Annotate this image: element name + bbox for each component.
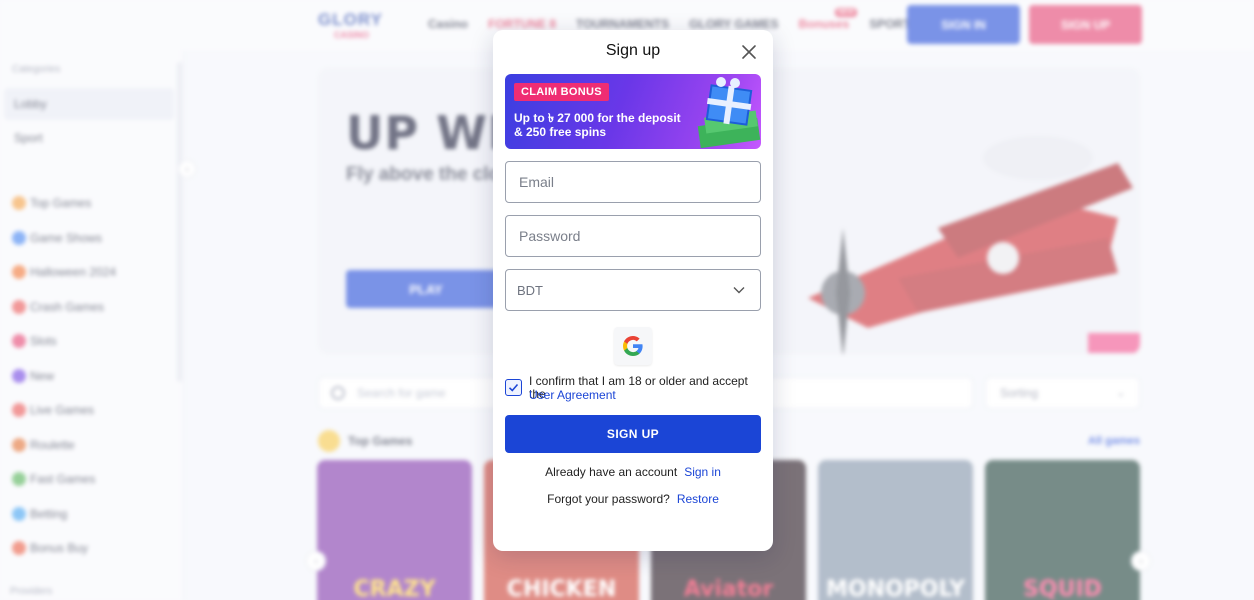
signup-submit-button[interactable]: SIGN UP: [505, 415, 761, 453]
gift-box-icon: [697, 77, 761, 149]
forgot-password-text: Forgot your password?: [547, 492, 670, 506]
restore-row: Forgot your password? Restore: [493, 492, 773, 506]
currency-value: BDT: [517, 282, 543, 298]
chevron-down-icon: [733, 287, 745, 294]
currency-select[interactable]: BDT: [505, 269, 761, 311]
user-agreement-link[interactable]: User Agreement: [529, 388, 616, 402]
restore-link[interactable]: Restore: [677, 492, 719, 506]
checkmark-icon: [508, 383, 519, 392]
bonus-description: Up to ৳ 27 000 for the deposit & 250 fre…: [514, 111, 681, 139]
email-input[interactable]: [519, 174, 739, 190]
bonus-banner[interactable]: CLAIM BONUS Up to ৳ 27 000 for the depos…: [505, 74, 761, 149]
claim-bonus-tag: CLAIM BONUS: [514, 83, 609, 101]
password-input[interactable]: [519, 228, 739, 244]
email-field[interactable]: [505, 161, 761, 203]
agreement-checkbox[interactable]: [505, 379, 522, 396]
modal-title: Sign up: [605, 42, 661, 59]
have-account-text: Already have an account: [545, 465, 678, 479]
google-icon: [623, 336, 643, 356]
password-field[interactable]: [505, 215, 761, 257]
signup-modal: Sign up CLAIM BONUS Up to ৳ 27 000 for t…: [493, 30, 773, 551]
google-signin-button[interactable]: [614, 327, 652, 365]
close-icon[interactable]: [741, 44, 757, 60]
signin-link[interactable]: Sign in: [684, 465, 721, 479]
signin-row: Already have an account Sign in: [493, 465, 773, 479]
